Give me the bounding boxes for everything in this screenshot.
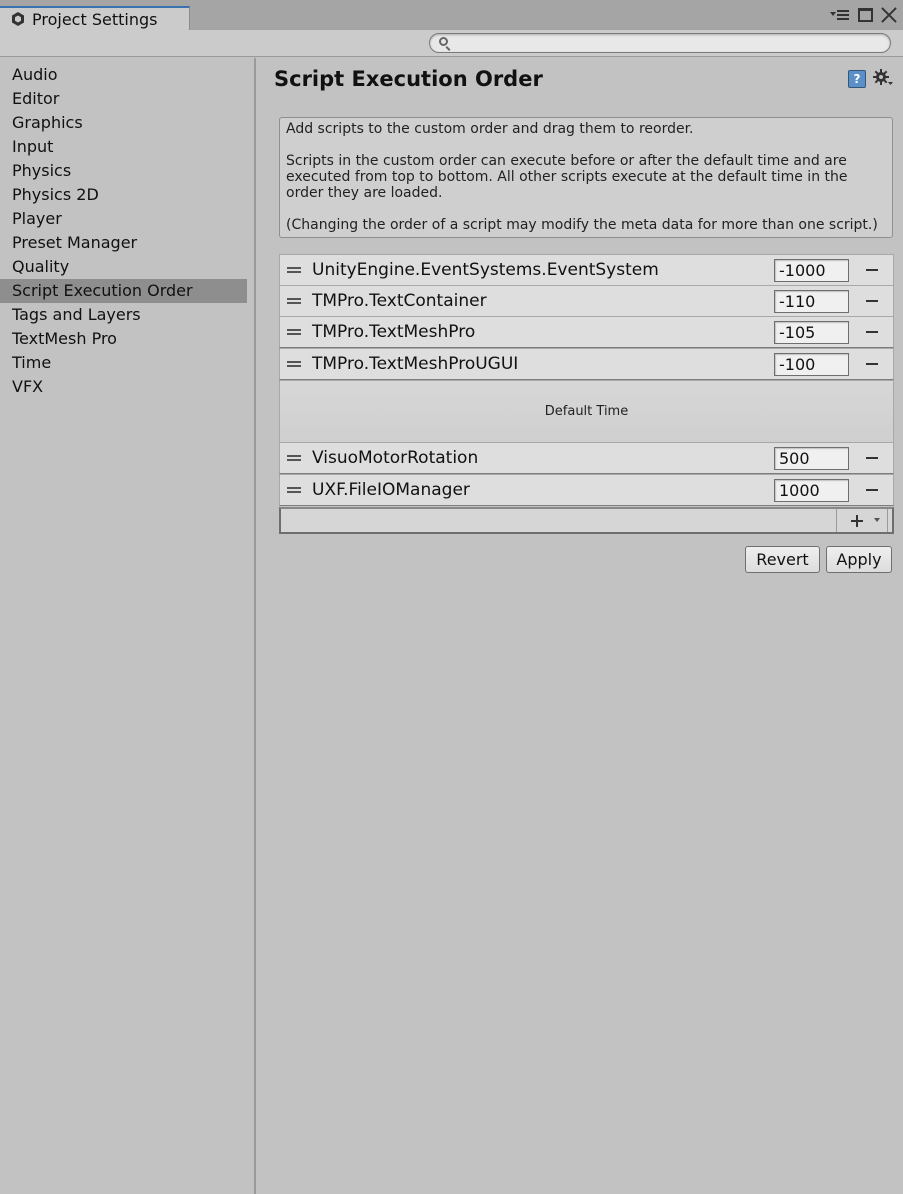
script-row[interactable]: VisuoMotorRotation 500 xyxy=(279,442,894,474)
revert-button[interactable]: Revert xyxy=(745,546,820,573)
search-box[interactable] xyxy=(429,33,891,53)
sidebar-item-audio[interactable]: Audio xyxy=(0,63,247,87)
script-name: TMPro.TextMeshProUGUI xyxy=(312,354,519,374)
close-icon[interactable] xyxy=(881,7,897,23)
tab-title: Project Settings xyxy=(32,9,158,29)
search-icon xyxy=(439,37,448,46)
settings-content: Script Execution Order ? Add scripts to … xyxy=(258,58,903,1194)
sidebar-item-textmesh-pro[interactable]: TextMesh Pro xyxy=(0,327,247,351)
default-time-separator: Default Time xyxy=(279,380,894,443)
remove-icon[interactable] xyxy=(866,331,878,333)
script-name: TMPro.TextContainer xyxy=(312,291,487,311)
drag-handle-icon[interactable] xyxy=(287,361,301,367)
settings-toolbar xyxy=(0,30,903,57)
sidebar-item-time[interactable]: Time xyxy=(0,351,247,375)
gear-icon[interactable] xyxy=(872,68,894,90)
sidebar-item-script-execution-order[interactable]: Script Execution Order xyxy=(0,279,247,303)
drag-handle-icon[interactable] xyxy=(287,298,301,304)
execution-order-field[interactable]: -110 xyxy=(774,290,849,313)
script-row[interactable]: UXF.FileIOManager 1000 xyxy=(279,474,894,506)
settings-sidebar: Audio Editor Graphics Input Physics Phys… xyxy=(0,58,256,1194)
script-row[interactable]: UnityEngine.EventSystems.EventSystem -10… xyxy=(279,254,894,286)
sidebar-item-graphics[interactable]: Graphics xyxy=(0,111,247,135)
execution-order-field[interactable]: -105 xyxy=(774,321,849,344)
list-footer xyxy=(279,507,894,534)
script-row[interactable]: TMPro.TextMeshPro -105 xyxy=(279,316,894,348)
sidebar-item-preset-manager[interactable]: Preset Manager xyxy=(0,231,247,255)
dropdown-caret-icon xyxy=(874,518,880,522)
window-tab-bar: Project Settings xyxy=(0,0,903,30)
apply-button[interactable]: Apply xyxy=(826,546,892,573)
sidebar-item-player[interactable]: Player xyxy=(0,207,247,231)
search-input[interactable] xyxy=(454,34,884,52)
remove-icon[interactable] xyxy=(866,300,878,302)
sidebar-item-input[interactable]: Input xyxy=(0,135,247,159)
drag-handle-icon[interactable] xyxy=(287,329,301,335)
plus-icon xyxy=(851,515,863,527)
page-title: Script Execution Order xyxy=(274,67,543,91)
drag-handle-icon[interactable] xyxy=(287,487,301,493)
unity-logo-icon xyxy=(10,11,26,27)
add-script-button[interactable] xyxy=(836,509,888,532)
remove-icon[interactable] xyxy=(866,269,878,271)
remove-icon[interactable] xyxy=(866,489,878,491)
remove-icon[interactable] xyxy=(866,363,878,365)
maximize-icon[interactable] xyxy=(858,8,873,22)
execution-order-field[interactable]: -100 xyxy=(774,353,849,376)
sidebar-item-vfx[interactable]: VFX xyxy=(0,375,247,399)
help-info-box: Add scripts to the custom order and drag… xyxy=(279,117,893,238)
script-name: UnityEngine.EventSystems.EventSystem xyxy=(312,260,659,280)
sidebar-item-physics[interactable]: Physics xyxy=(0,159,247,183)
script-name: UXF.FileIOManager xyxy=(312,480,470,500)
remove-icon[interactable] xyxy=(866,457,878,459)
drag-handle-icon[interactable] xyxy=(287,455,301,461)
sidebar-item-quality[interactable]: Quality xyxy=(0,255,247,279)
menu-icon[interactable] xyxy=(830,7,850,23)
execution-order-field[interactable]: 1000 xyxy=(774,479,849,502)
help-icon[interactable]: ? xyxy=(848,70,866,88)
script-row[interactable]: TMPro.TextMeshProUGUI -100 xyxy=(279,348,894,380)
sidebar-item-tags-and-layers[interactable]: Tags and Layers xyxy=(0,303,247,327)
sidebar-item-physics-2d[interactable]: Physics 2D xyxy=(0,183,247,207)
window-controls xyxy=(830,6,897,24)
script-row[interactable]: TMPro.TextContainer -110 xyxy=(279,285,894,317)
info-text-3: (Changing the order of a script may modi… xyxy=(286,217,878,233)
project-settings-tab[interactable]: Project Settings xyxy=(0,6,190,30)
script-name: TMPro.TextMeshPro xyxy=(312,322,476,342)
execution-order-field[interactable]: -1000 xyxy=(774,259,849,282)
script-name: VisuoMotorRotation xyxy=(312,448,479,468)
info-text-1: Add scripts to the custom order and drag… xyxy=(286,121,694,137)
info-text-2: Scripts in the custom order can execute … xyxy=(286,153,848,201)
sidebar-item-editor[interactable]: Editor xyxy=(0,87,247,111)
execution-order-field[interactable]: 500 xyxy=(774,447,849,470)
drag-handle-icon[interactable] xyxy=(287,267,301,273)
